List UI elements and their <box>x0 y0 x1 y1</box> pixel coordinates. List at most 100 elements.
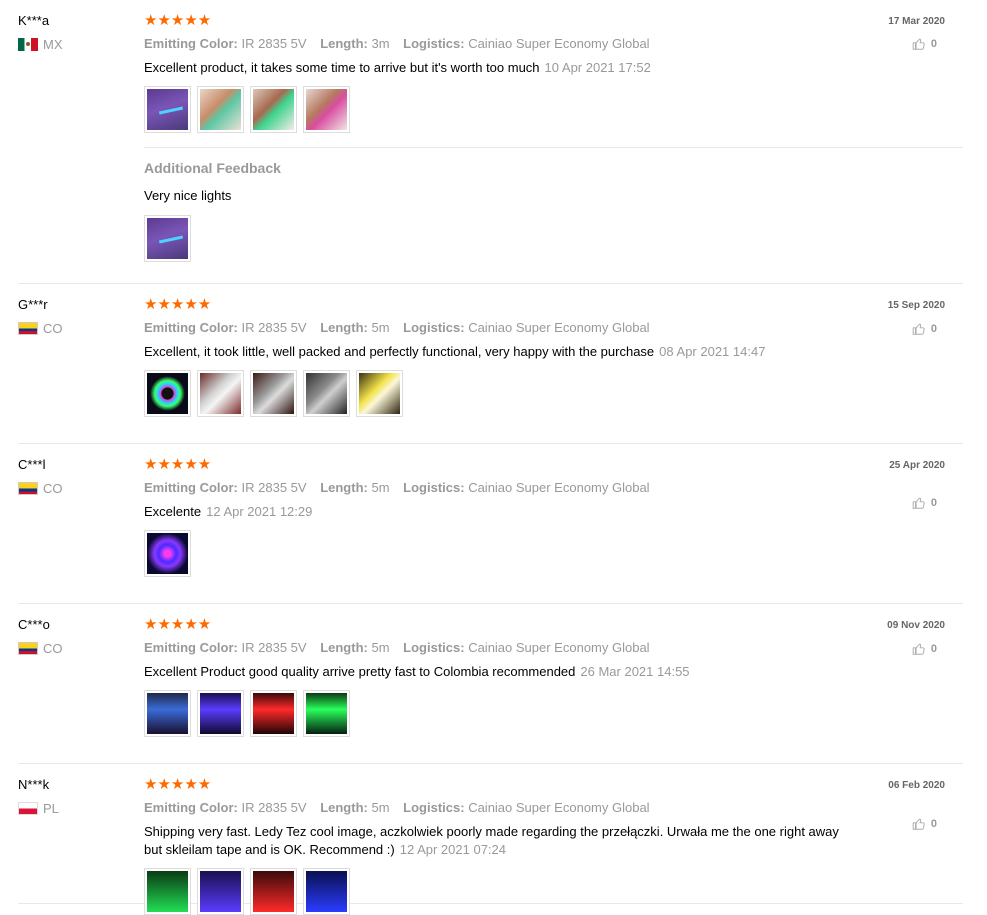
review-text-body: Excelente <box>144 504 202 519</box>
attr-value-length: 5m <box>371 320 390 335</box>
star-rating: ★★★★★ <box>144 616 212 633</box>
country-code: CO <box>43 641 63 656</box>
photo-image <box>200 693 241 734</box>
helpful-count: 0 <box>930 323 937 335</box>
review-photo[interactable] <box>144 530 191 577</box>
review-photo[interactable] <box>303 370 350 417</box>
review-text-body: Excellent, it took little, well packed a… <box>144 344 655 359</box>
review-photo[interactable] <box>303 868 350 915</box>
photo-image <box>147 89 188 130</box>
photo-image <box>359 373 400 414</box>
review-body: ★★★★★ Emitting Color: IR 2835 5V Length: … <box>144 12 963 262</box>
country-flag-icon <box>18 642 38 655</box>
helpful-button[interactable]: 0 <box>912 496 937 510</box>
reviewer-country: CO <box>18 321 138 336</box>
reviewer-info: C***l CO <box>18 457 138 496</box>
attr-label-logistics: Logistics: <box>403 800 465 815</box>
star-rating: ★★★★★ <box>144 296 212 313</box>
reviewer-info: C***o CO <box>18 617 138 656</box>
photo-image <box>200 373 241 414</box>
review-photo[interactable] <box>197 86 244 133</box>
attr-value-color: IR 2835 5V <box>241 320 307 335</box>
photo-image <box>306 871 347 912</box>
review-photo[interactable] <box>144 215 191 262</box>
attr-label-length: Length: <box>320 480 368 495</box>
country-code: PL <box>43 801 59 816</box>
review-body: ★★★★★ Emitting Color: IR 2835 5V Length: … <box>144 456 844 577</box>
photo-image <box>147 693 188 734</box>
helpful-count: 0 <box>930 497 937 509</box>
star-rating: ★★★★★ <box>144 12 212 29</box>
photo-image <box>253 89 294 130</box>
review-photo[interactable] <box>250 868 297 915</box>
review-photo[interactable] <box>250 86 297 133</box>
attr-value-length: 5m <box>371 800 390 815</box>
country-code: CO <box>43 481 63 496</box>
thumbs-up-icon <box>912 818 925 830</box>
country-code: MX <box>43 37 63 52</box>
review-images <box>144 370 844 417</box>
helpful-button[interactable]: 0 <box>912 37 937 51</box>
review-photo[interactable] <box>144 370 191 417</box>
review-photo[interactable] <box>250 690 297 737</box>
attr-label-logistics: Logistics: <box>403 640 465 655</box>
attr-label-color: Emitting Color: <box>144 640 238 655</box>
helpful-button[interactable]: 0 <box>912 642 937 656</box>
review-photo[interactable] <box>144 86 191 133</box>
country-flag-icon <box>18 802 38 815</box>
country-flag-icon <box>18 38 38 51</box>
review-photo[interactable] <box>250 370 297 417</box>
review-item: G***r CO ★★★★★ Emitting Color: IR 2835 5V L… <box>18 284 963 444</box>
photo-image <box>147 218 188 259</box>
review-photo[interactable] <box>356 370 403 417</box>
attr-label-length: Length: <box>320 320 368 335</box>
review-text: Excelente 12 Apr 2021 12:29 <box>144 503 844 521</box>
attr-value-color: IR 2835 5V <box>241 480 307 495</box>
thumbs-up-icon <box>912 323 925 335</box>
review-date: 09 Nov 2020 <box>887 620 945 631</box>
review-photo[interactable] <box>144 690 191 737</box>
review-photo[interactable] <box>303 690 350 737</box>
product-attributes: Emitting Color: IR 2835 5V Length: 5m Lo… <box>144 640 844 655</box>
review-timestamp: 26 Mar 2021 14:55 <box>580 664 690 679</box>
review-photo[interactable] <box>197 868 244 915</box>
review-text-body: Excellent product, it takes some time to… <box>144 60 540 75</box>
reviewer-info: N***k PL <box>18 777 138 816</box>
review-photo[interactable] <box>144 868 191 915</box>
review-date: 17 Mar 2020 <box>888 16 945 27</box>
review-photo[interactable] <box>303 86 350 133</box>
attr-value-length: 5m <box>371 640 390 655</box>
reviewer-country: CO <box>18 641 138 656</box>
thumbs-up-icon <box>912 497 925 509</box>
helpful-button[interactable]: 0 <box>912 817 937 831</box>
attr-value-logistics: Cainiao Super Economy Global <box>468 36 650 51</box>
review-date: 06 Feb 2020 <box>888 780 945 791</box>
review-timestamp: 10 Apr 2021 17:52 <box>544 60 651 75</box>
review-item: C***o CO ★★★★★ Emitting Color: IR 2835 5V L… <box>18 604 963 764</box>
reviewer-country: PL <box>18 801 138 816</box>
review-item: K***a MX ★★★★★ Emitting Color: IR 2835 5V L… <box>18 0 963 284</box>
additional-feedback-text: Very nice lights <box>144 188 232 203</box>
country-code: CO <box>43 321 63 336</box>
review-timestamp: 12 Apr 2021 07:24 <box>399 842 506 857</box>
review-date: 25 Apr 2020 <box>889 460 945 471</box>
photo-image <box>200 89 241 130</box>
review-timestamp: 08 Apr 2021 14:47 <box>659 344 766 359</box>
reviewer-name: K***a <box>18 13 50 28</box>
product-attributes: Emitting Color: IR 2835 5V Length: 5m Lo… <box>144 800 844 815</box>
photo-image <box>253 871 294 912</box>
review-photo[interactable] <box>197 370 244 417</box>
product-attributes: Emitting Color: IR 2835 5V Length: 3m Lo… <box>144 36 844 51</box>
photo-image <box>253 373 294 414</box>
photo-image <box>306 693 347 734</box>
additional-divider <box>144 147 963 148</box>
review-timestamp: 12 Apr 2021 12:29 <box>206 504 313 519</box>
review-photo[interactable] <box>197 690 244 737</box>
review-body: ★★★★★ Emitting Color: IR 2835 5V Length: … <box>144 296 844 417</box>
attr-label-logistics: Logistics: <box>403 36 465 51</box>
review-text: Shipping very fast. Ledy Tez cool image,… <box>144 823 844 859</box>
attr-label-color: Emitting Color: <box>144 800 238 815</box>
helpful-button[interactable]: 0 <box>912 322 937 336</box>
review-text-body: Excellent Product good quality arrive pr… <box>144 664 576 679</box>
reviewer-name: C***o <box>18 617 50 632</box>
